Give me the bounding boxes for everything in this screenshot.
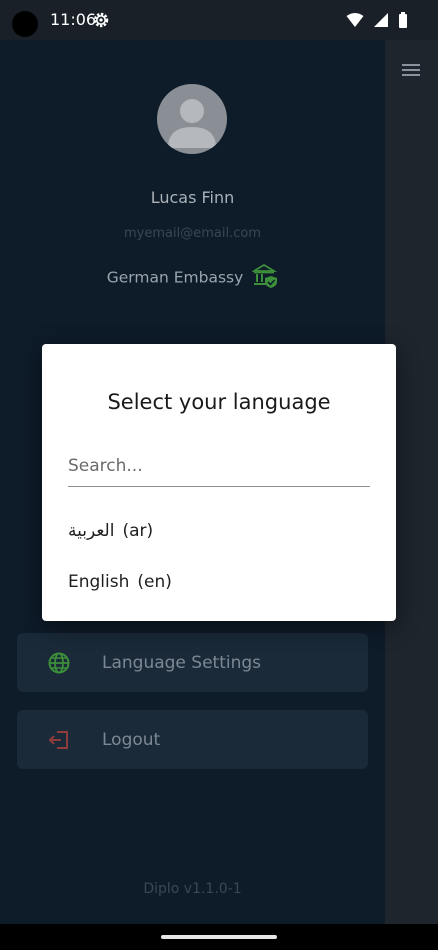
battery-icon (399, 12, 407, 28)
wifi-icon (346, 13, 364, 27)
logout-label: Logout (102, 730, 161, 750)
language-option-en[interactable]: English (en) (68, 572, 172, 592)
verified-institution-icon (251, 263, 278, 292)
gesture-handle[interactable] (161, 935, 277, 939)
avatar[interactable] (157, 84, 227, 154)
language-name: العربية (68, 521, 115, 541)
system-nav-bar (0, 924, 438, 950)
user-name: Lucas Finn (150, 188, 235, 207)
logout-button[interactable]: Logout (17, 710, 368, 769)
organization-row: German Embassy (0, 263, 385, 292)
language-search-input[interactable] (68, 446, 370, 487)
language-code: (en) (137, 572, 172, 592)
status-icons (342, 12, 408, 32)
signal-icon (373, 13, 388, 27)
language-settings-button[interactable]: Language Settings (17, 633, 368, 692)
avatar-icon (168, 99, 216, 148)
camera-cutout (12, 11, 38, 37)
language-name: English (68, 572, 130, 592)
globe-icon (48, 652, 70, 678)
language-option-ar[interactable]: العربية (ar) (68, 521, 153, 541)
hamburger-menu-icon[interactable] (402, 62, 420, 81)
organization-name: German Embassy (106, 268, 244, 287)
status-time: 11:06 (50, 10, 97, 29)
app-version: Diplo v1.1.0-1 (143, 881, 242, 897)
language-settings-label: Language Settings (102, 653, 262, 673)
settings-gear-icon (92, 11, 110, 33)
language-code: (ar) (122, 521, 154, 541)
logout-icon (48, 729, 70, 755)
status-bar: 11:06 (0, 0, 438, 40)
user-email: myemail@email.com (124, 226, 261, 241)
language-dialog: Select your language العربية (ar) English… (42, 344, 396, 621)
dialog-title: Select your language (107, 390, 331, 414)
